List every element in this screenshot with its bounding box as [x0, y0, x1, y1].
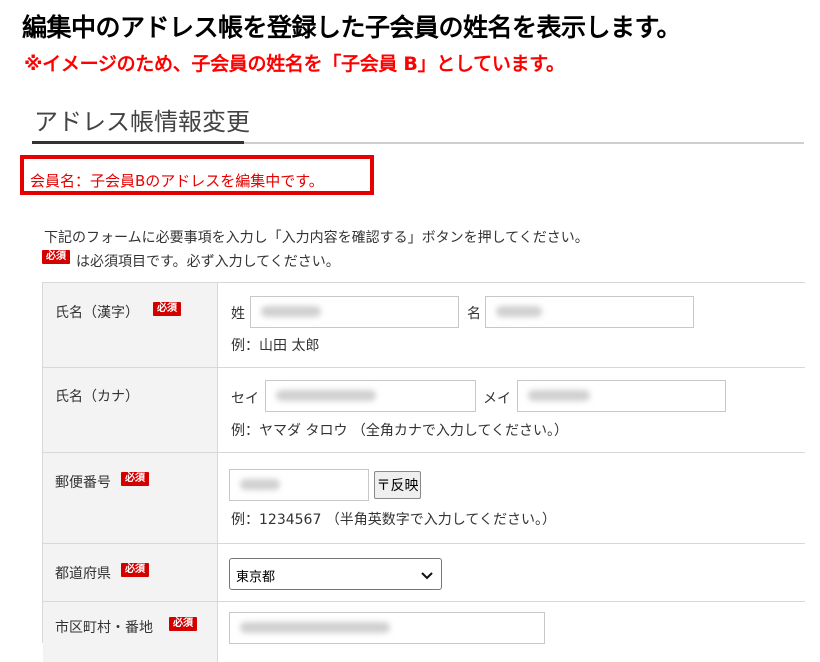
zip-example: 例：1234567 （半角英数字で入力してください。）: [231, 512, 556, 528]
zip-input[interactable]: [229, 469, 369, 501]
first-name-kana-input[interactable]: [517, 380, 726, 412]
form-row-name-kana: 氏名（カナ） セイ メイ 例：ヤマダ タロウ （全角カナで入力してください。）: [43, 368, 805, 453]
city-label: 市区町村・番地: [55, 620, 153, 636]
last-name-input[interactable]: [250, 296, 459, 328]
zip-apply-button[interactable]: 〒反映: [374, 471, 421, 499]
last-name-kana-input[interactable]: [265, 380, 476, 412]
form-row-header: 市区町村・番地 必須: [43, 602, 218, 662]
city-input[interactable]: [229, 612, 545, 644]
form-row-header: 都道府県 必須: [43, 544, 218, 601]
required-instructions: は必須項目です。必ず入力してください。: [76, 254, 340, 270]
sei-label: 姓: [231, 306, 245, 322]
required-badge: 必須: [121, 472, 149, 486]
prefecture-selected: 東京都: [236, 570, 276, 585]
sei-kana-label: セイ: [231, 391, 259, 407]
zip-label: 郵便番号: [55, 475, 111, 491]
section-title: アドレス帳情報変更: [34, 108, 250, 136]
form-row-header: 郵便番号 必須: [43, 453, 218, 543]
required-badge: 必須: [42, 250, 70, 264]
name-kana-label: 氏名（カナ）: [55, 389, 139, 405]
required-badge: 必須: [153, 302, 181, 316]
name-kana-example: 例：ヤマダ タロウ （全角カナで入力してください。）: [231, 423, 569, 439]
member-name-note: 会員名：子会員Bのアドレスを編集中です。: [30, 172, 324, 190]
address-form-table: 氏名（漢字） 必須 姓 名 例：山田 太郎 氏名（カナ） セイ メイ 例：ヤマダ…: [42, 282, 805, 662]
form-row-header: 氏名（漢字） 必須: [43, 283, 218, 367]
prefecture-label: 都道府県: [55, 566, 111, 582]
section-divider-accent: [32, 141, 244, 144]
form-row-city: 市区町村・番地 必須: [43, 602, 805, 662]
first-name-input[interactable]: [485, 296, 694, 328]
form-instructions: 下記のフォームに必要事項を入力し「入力内容を確認する」ボタンを押してください。: [44, 230, 589, 246]
chevron-down-icon: [420, 567, 434, 586]
form-row-header: 氏名（カナ）: [43, 368, 218, 452]
image-note: ※イメージのため、子会員の姓名を「子会員 B」としています。: [24, 53, 565, 75]
form-row-name-kanji: 氏名（漢字） 必須 姓 名 例：山田 太郎: [43, 283, 805, 368]
prefecture-select[interactable]: 東京都: [229, 558, 442, 590]
page-heading: 編集中のアドレス帳を登録した子会員の姓名を表示します。: [22, 13, 682, 42]
form-row-zip: 郵便番号 必須 例：1234567 （半角英数字で入力してください。）: [43, 453, 805, 544]
mei-kana-label: メイ: [483, 391, 511, 407]
required-badge: 必須: [169, 617, 197, 631]
name-kanji-example: 例：山田 太郎: [231, 338, 320, 354]
mei-label: 名: [467, 306, 481, 322]
name-kanji-label: 氏名（漢字）: [55, 305, 139, 321]
required-badge: 必須: [121, 563, 149, 577]
